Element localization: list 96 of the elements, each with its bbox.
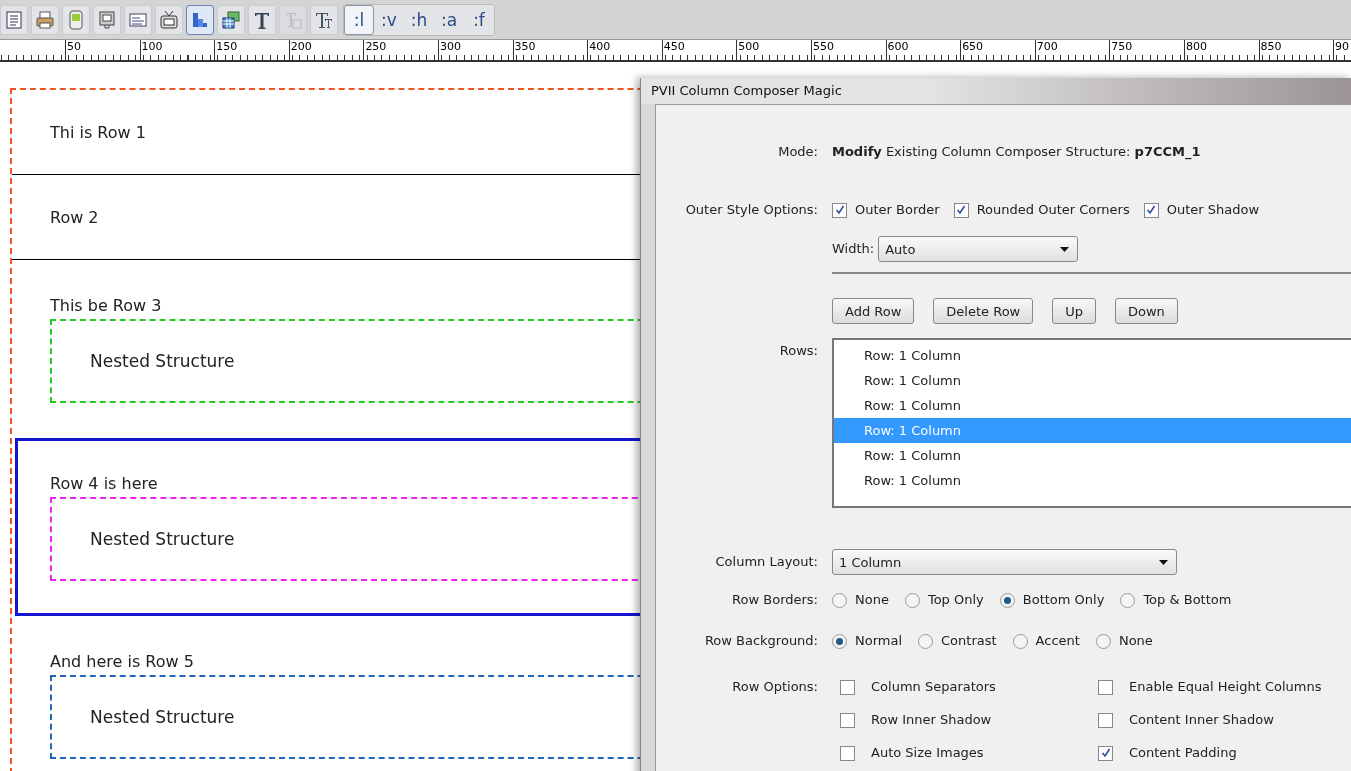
radio-label: Normal [855,632,903,650]
list-item[interactable]: Row: 1 Column [834,468,1351,493]
dialog-button[interactable]: Up [1052,298,1096,324]
radio-button[interactable] [1095,633,1111,649]
ruler-label: 650 [960,40,1035,60]
checkbox-label: Outer Shadow [1166,201,1260,219]
toolbar-button[interactable] [31,4,59,35]
checkbox[interactable] [953,202,969,218]
ruler-label: 700 [1034,40,1110,60]
ruler-label: 850 [1258,40,1334,60]
toolbar-button[interactable] [248,4,276,35]
toolbar-button[interactable]: :h [404,4,434,35]
checkbox[interactable] [840,679,855,695]
dialog-button[interactable]: Delete Row [933,298,1034,324]
ruler-label: 200 [288,40,364,60]
ruler-label: 600 [885,40,961,60]
printer-icon [35,9,55,30]
row-heading: This be Row 3 [50,296,162,316]
radio-button[interactable] [1120,592,1136,608]
ruler-label: 750 [1109,40,1184,60]
toolbar-button[interactable] [93,4,121,35]
radio-label: None [855,591,889,609]
checkbox[interactable] [840,712,855,728]
field-label: Mode: [777,143,819,161]
ruler-label: 400 [587,40,662,60]
field-label: Outer Style Options: [684,201,819,219]
layers-icon [221,9,241,30]
radio-button[interactable] [999,592,1015,608]
toolbar-button[interactable] [217,4,245,35]
checkbox[interactable] [832,202,847,218]
tv-icon [159,9,179,30]
ruler-label: 50 [65,40,140,60]
toolbar-button[interactable]: :a [434,4,464,35]
radio-label: Accent [1035,632,1080,650]
field-label: Column Layout: [714,553,819,571]
row-heading: Row 4 is here [50,474,158,494]
field-label: Row Background: [703,632,819,650]
toolbar-button[interactable] [155,4,183,35]
device-icon [66,9,86,30]
row-heading: And here is Row 5 [50,652,194,672]
ruler-label: 350 [512,40,588,60]
mode-text: Modify Existing Column Composer Structure: p7CCM_1 [832,143,1201,162]
row-heading: Thi is Row 1 [50,123,146,143]
dialog-button[interactable]: Down [1115,298,1178,324]
radio-label: Bottom Only [1022,591,1105,609]
row-heading: Row 2 [50,208,99,228]
checkbox-label: Auto Size Images [871,744,984,762]
checkbox[interactable] [840,745,855,761]
ruler-label: 250 [363,40,438,60]
monitor-icon [97,9,117,30]
page-icon [4,9,24,30]
checkbox[interactable] [1143,202,1159,218]
radio-button[interactable] [832,633,847,649]
field-label: Row Borders: [731,591,819,609]
caret-icon [1060,246,1070,252]
ruler-label: 800 [1183,40,1259,60]
dropdown[interactable]: 1 Column [832,549,1177,575]
toolbar-button[interactable] [0,4,28,35]
dialog-button[interactable]: Add Row [832,298,915,324]
field-label: Width: [832,240,875,258]
checkbox-label: Content Padding [1129,744,1237,762]
ruler-label: 100 [139,40,215,60]
checkbox-label: Column Separators [871,678,996,696]
ruler-label: 150 [214,40,289,60]
radio-label: Contrast [941,632,997,650]
checkbox[interactable] [1098,712,1113,728]
checkbox[interactable] [1098,679,1113,695]
dropdown[interactable]: Auto [878,236,1079,262]
field-label: Row Options: [731,678,819,696]
checkbox[interactable] [1098,745,1113,761]
checkbox-label: Outer Border [855,201,940,219]
toolbar-button[interactable]: :v [374,4,404,35]
toolbar-button[interactable]: :l [344,4,374,35]
checkbox-label: Row Inner Shadow [871,711,992,729]
radio-label: Top & Bottom [1143,591,1232,609]
ruler-label: 500 [736,40,811,60]
list-item[interactable]: Row: 1 Column [834,443,1351,468]
ruler-label: 550 [810,40,886,60]
radio-button[interactable] [918,633,934,649]
field-label: Rows: [778,342,819,360]
dialog-title: PVII Column Composer Magic [641,78,1351,104]
radio-label: None [1118,632,1153,650]
radio-button[interactable] [904,592,920,608]
toolbar-button[interactable]: :f [464,4,494,35]
checkbox-label: Content Inner Shadow [1129,711,1274,729]
checkbox-label: Enable Equal Height Columns [1129,678,1322,696]
caret-icon [1159,559,1168,565]
ruler-label: 450 [661,40,737,60]
radio-button[interactable] [832,592,847,608]
ruler-label: 90 [1333,40,1351,60]
toolbar-button[interactable] [186,4,214,35]
ruler-label: 300 [437,40,513,60]
toolbar-button[interactable] [310,4,338,35]
checkbox-label: Rounded Outer Corners [976,201,1130,219]
radio-button[interactable] [1012,633,1028,649]
radio-label: Top Only [927,591,984,609]
